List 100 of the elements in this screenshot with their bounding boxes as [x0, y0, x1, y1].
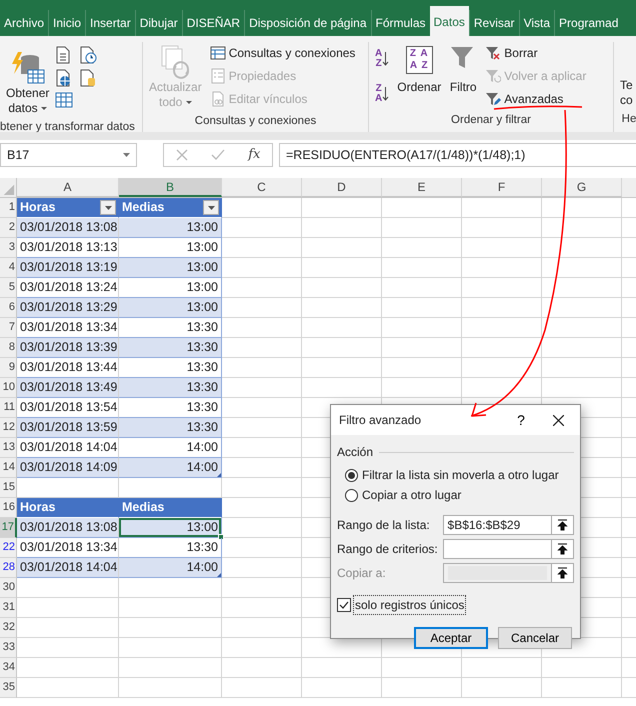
- arrow-up-icon: [557, 519, 568, 531]
- table-cell[interactable]: 14:00: [119, 558, 222, 578]
- row-header[interactable]: 33: [0, 638, 17, 658]
- range-picker-button[interactable]: [552, 515, 574, 535]
- row-header[interactable]: 8: [0, 338, 17, 358]
- table-cell[interactable]: 03/01/2018 13:08: [17, 518, 119, 538]
- row-header[interactable]: 1: [0, 198, 17, 218]
- link-page-icon: [210, 91, 226, 107]
- table-cell[interactable]: 13:30: [119, 338, 222, 358]
- row-header[interactable]: 32: [0, 618, 17, 638]
- fill-handle[interactable]: [218, 534, 224, 540]
- row-header[interactable]: 2: [0, 218, 17, 238]
- row-header[interactable]: 31: [0, 598, 17, 618]
- sort-button[interactable]: A Z: [373, 42, 392, 76]
- row-header[interactable]: 10: [0, 378, 17, 398]
- row-header[interactable]: 16: [0, 498, 17, 518]
- table-cell[interactable]: 14:00: [119, 458, 222, 478]
- column-header[interactable]: D: [302, 178, 382, 197]
- check-icon: [339, 600, 349, 610]
- table-cell[interactable]: 13:00: [119, 218, 222, 238]
- table-cell[interactable]: 03/01/2018 13:29: [17, 298, 119, 318]
- filter-dropdown-button[interactable]: [203, 200, 219, 215]
- field-label: Copiar a:: [337, 565, 387, 582]
- table-cell[interactable]: 03/01/2018 13:19: [17, 258, 119, 278]
- ribbon-button[interactable]: Avanzadas: [483, 88, 588, 110]
- row-header[interactable]: 9: [0, 358, 17, 378]
- column-header[interactable]: E: [382, 178, 462, 197]
- table-header-cell[interactable]: Horas: [17, 498, 119, 518]
- help-button[interactable]: ?: [506, 410, 536, 430]
- ribbon-tab[interactable]: Archivo: [0, 10, 48, 36]
- sort-button[interactable]: Z A: [373, 77, 392, 111]
- filter-dropdown-button[interactable]: [100, 200, 116, 215]
- ribbon-button[interactable]: Te co: [618, 42, 635, 110]
- radio-option[interactable]: Filtrar la lista sin moverla a otro lugar: [337, 465, 574, 485]
- radio-icon[interactable]: [345, 468, 358, 482]
- row-header[interactable]: 12: [0, 418, 17, 438]
- table-cell[interactable]: 13:30: [119, 378, 222, 398]
- ribbon-button[interactable]: Filtro: [447, 42, 480, 97]
- range-picker-button[interactable]: [552, 563, 574, 583]
- radio-option[interactable]: Copiar a otro lugar: [337, 485, 574, 505]
- formula-field[interactable]: =RESIDUO(ENTERO(A17/(1/48))*(1/48);1): [279, 143, 636, 167]
- table-cell[interactable]: 13:00: [119, 258, 222, 278]
- table-cell[interactable]: 03/01/2018 13:49: [17, 378, 119, 398]
- column-header[interactable]: C: [222, 178, 302, 197]
- arrow-up-icon: [557, 543, 568, 555]
- field-label: Rango de criterios:: [337, 541, 439, 558]
- queries-table-icon: [210, 45, 226, 61]
- down-arrow-icon: [382, 51, 390, 67]
- table-cell[interactable]: 03/01/2018 14:09: [17, 458, 119, 478]
- table-cell[interactable]: 13:00: [119, 518, 222, 538]
- checkbox[interactable]: [337, 598, 351, 612]
- table-cell[interactable]: 03/01/2018 13:59: [17, 418, 119, 438]
- table-cell[interactable]: 03/01/2018 13:39: [17, 338, 119, 358]
- table-cell[interactable]: 03/01/2018 13:08: [17, 218, 119, 238]
- row-header[interactable]: 6: [0, 298, 17, 318]
- checkbox-label: solo registros únicos: [353, 595, 466, 615]
- row-header[interactable]: 5: [0, 278, 17, 298]
- row-header[interactable]: 15: [0, 478, 17, 498]
- table-cell[interactable]: 03/01/2018 14:04: [17, 558, 119, 578]
- row-header[interactable]: 13: [0, 438, 17, 458]
- row-header[interactable]: 14: [0, 458, 17, 478]
- column-header[interactable]: F: [462, 178, 542, 197]
- funnel-refresh-icon: [485, 68, 502, 84]
- table-header-cell[interactable]: Medias: [119, 198, 222, 218]
- input-field[interactable]: $B$16:$B$29: [442, 515, 552, 535]
- table-icon: [55, 92, 74, 108]
- ribbon-tab[interactable]: Datos: [430, 6, 469, 36]
- name-box[interactable]: B17: [0, 143, 137, 167]
- caret-icon: [41, 107, 48, 110]
- input-field[interactable]: [442, 539, 552, 559]
- table-header-cell[interactable]: Horas: [17, 198, 119, 218]
- range-picker-button[interactable]: [552, 539, 574, 559]
- group-label: Ordenar y filtrar: [450, 113, 532, 128]
- row-header[interactable]: 35: [0, 678, 17, 698]
- caret-icon: [123, 153, 130, 157]
- table-header-cell[interactable]: Medias: [119, 498, 222, 518]
- ribbon-button[interactable]: Consultas y conexiones: [208, 42, 358, 64]
- row-header[interactable]: 3: [0, 238, 17, 258]
- row-header[interactable]: 30: [0, 578, 17, 598]
- radio-icon[interactable]: [345, 488, 358, 502]
- dialog-button[interactable]: Aceptar: [414, 627, 488, 649]
- row-header[interactable]: 11: [0, 398, 17, 418]
- dialog-button[interactable]: Cancelar: [498, 627, 572, 649]
- check-icon: [210, 149, 225, 161]
- row-header[interactable]: 4: [0, 258, 17, 278]
- row-header[interactable]: 22: [0, 538, 17, 558]
- column-header[interactable]: G: [542, 178, 622, 197]
- row-header[interactable]: 17: [0, 518, 17, 538]
- column-header[interactable]: B: [119, 178, 222, 197]
- row-header[interactable]: 28: [0, 558, 17, 578]
- ribbon-button[interactable]: Obtener datos: [4, 48, 52, 118]
- insert-function-button[interactable]: fx: [248, 145, 260, 165]
- column-header[interactable]: A: [17, 178, 119, 197]
- ribbon-button[interactable]: Borrar: [483, 42, 588, 64]
- table-cell[interactable]: 13:00: [119, 298, 222, 318]
- ribbon-button[interactable]: Z A A Z Ordenar: [395, 42, 444, 97]
- table-cell[interactable]: 13:30: [119, 418, 222, 438]
- row-header[interactable]: 34: [0, 658, 17, 678]
- funnel-clear-icon: [485, 45, 502, 61]
- row-header[interactable]: 7: [0, 318, 17, 338]
